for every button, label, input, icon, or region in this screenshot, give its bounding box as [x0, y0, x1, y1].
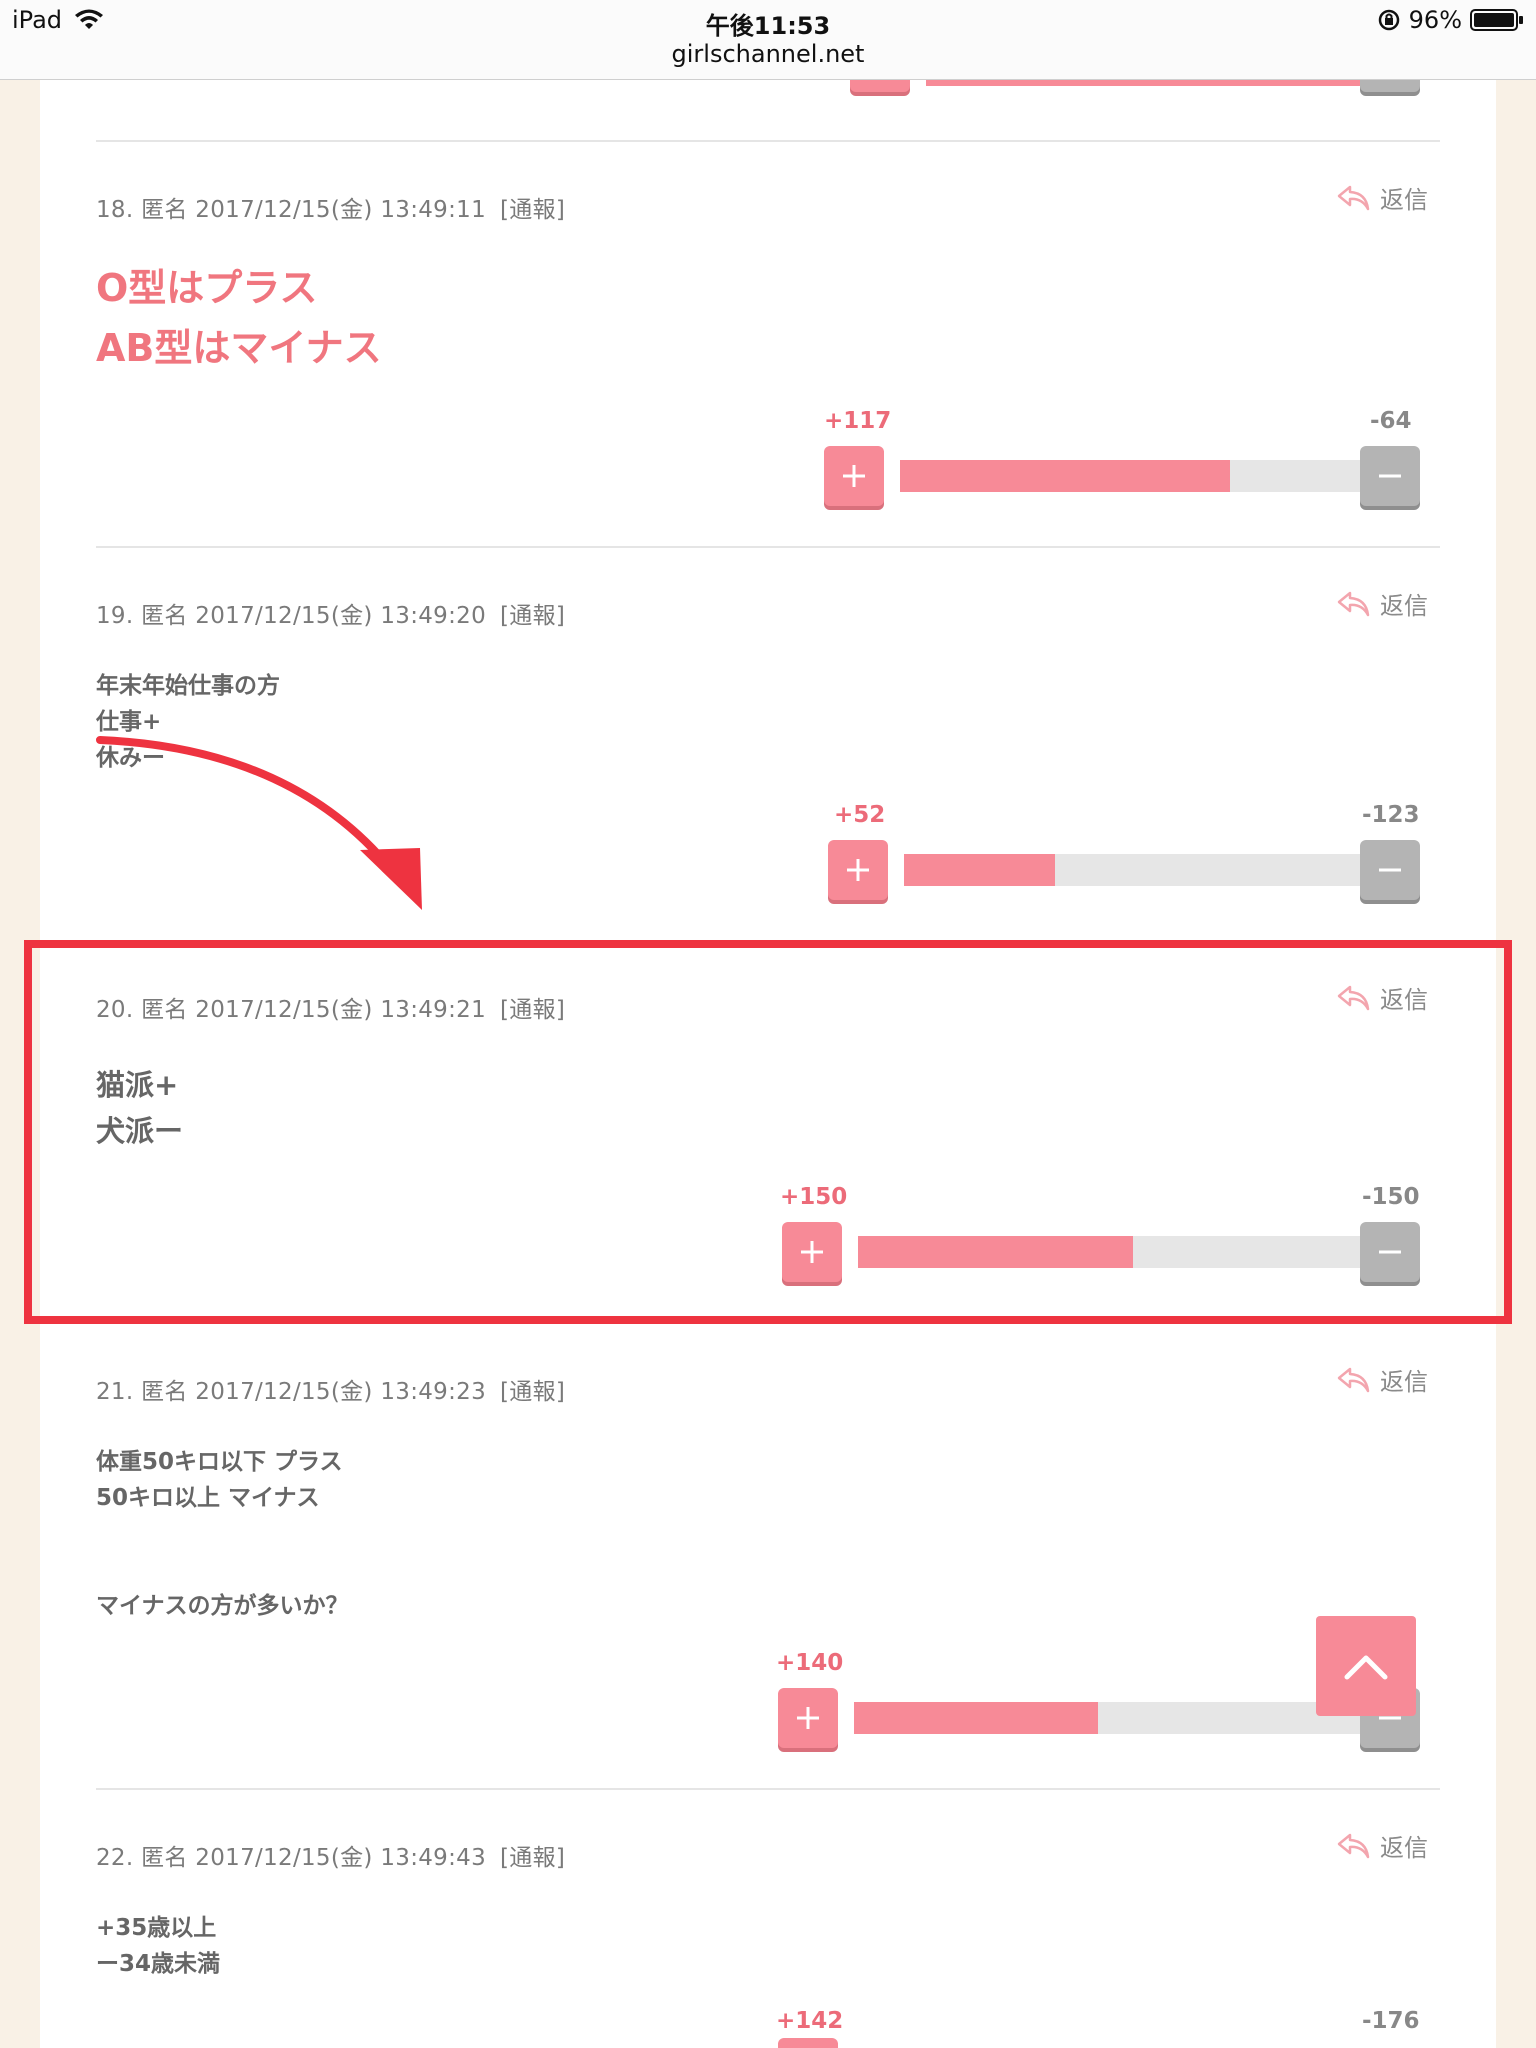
reply-label: 返信 [1380, 986, 1428, 1014]
divider [96, 1788, 1440, 1790]
comment-20-minus-button[interactable] [1360, 1222, 1420, 1282]
comment-19-reply-button[interactable]: 返信 [1336, 586, 1428, 621]
battery-percent: 96% [1408, 6, 1462, 34]
comment-18-plus-count: +117 [824, 408, 892, 434]
comment-21-report-link[interactable]: [通報] [500, 1379, 565, 1405]
comment-22-body: +35歳以上 ー34歳未満 [96, 1915, 221, 1977]
comment-20-minus-count: -150 [1362, 1184, 1420, 1210]
reply-arrow-icon [1337, 591, 1370, 616]
divider [96, 546, 1440, 548]
comment-20-vote-bar [858, 1236, 1408, 1268]
comment-19-minus-count: -123 [1362, 802, 1420, 828]
comment-18-vote-bar [900, 460, 1408, 492]
comment-19-vote-bar [904, 854, 1408, 886]
comment-18-header: 18. 匿名 2017/12/15(金) 13:49:11 [96, 197, 487, 223]
comment-19-plus-count: +52 [834, 802, 886, 828]
reply-label: 返信 [1380, 1834, 1428, 1862]
comment-18-report-link[interactable]: [通報] [500, 197, 565, 223]
plus-icon [847, 859, 869, 881]
comment-18-plus-button[interactable] [824, 446, 884, 506]
comment-21-body: 体重50キロ以下 プラス 50キロ以上 マイナス マイナスの方が多いか？ [96, 1449, 349, 1619]
comment-19-report-link[interactable]: [通報] [500, 603, 565, 629]
comment-22-minus-count: -176 [1362, 2008, 1420, 2034]
comment-22-report-link[interactable]: [通報] [500, 1845, 565, 1871]
comment-22-meta: 22. 匿名 2017/12/15(金) 13:49:43 [通報] [96, 1838, 565, 1872]
comment-21-plus-button[interactable] [778, 1688, 838, 1748]
status-time: 午後11:53 [705, 12, 831, 40]
comment-21-meta: 21. 匿名 2017/12/15(金) 13:49:23 [通報] [96, 1372, 565, 1406]
scroll-to-top-button[interactable] [1316, 1616, 1416, 1716]
comment-20-plus-button[interactable] [782, 1222, 842, 1282]
comment-18-minus-count: -64 [1370, 408, 1412, 434]
comment-20-vote-fill [858, 1236, 1133, 1268]
plus-icon [843, 465, 865, 487]
comment-19-meta: 19. 匿名 2017/12/15(金) 13:49:20 [通報] [96, 596, 565, 630]
comment-18-minus-button[interactable] [1360, 446, 1420, 506]
reply-arrow-icon [1337, 1367, 1370, 1392]
comment-20-header: 20. 匿名 2017/12/15(金) 13:49:21 [96, 997, 487, 1023]
minus-icon [1379, 1250, 1401, 1254]
address-bar-url[interactable]: girlschannel.net [0, 40, 1536, 68]
comment-18-reply-button[interactable]: 返信 [1336, 180, 1428, 215]
comment-21-header: 21. 匿名 2017/12/15(金) 13:49:23 [96, 1379, 487, 1405]
comment-22-header: 22. 匿名 2017/12/15(金) 13:49:43 [96, 1845, 487, 1871]
reply-arrow-icon [1337, 185, 1370, 210]
comment-18-body: O型はプラス AB型はマイナス [96, 266, 382, 370]
comment-20-reply-button[interactable]: 返信 [1336, 980, 1428, 1015]
comment-19-vote-fill [904, 854, 1056, 886]
annotation-arrow [96, 736, 422, 910]
comment-18-vote-fill [900, 460, 1231, 492]
comment-22-plus-count: +142 [776, 2008, 844, 2034]
comment-19-minus-button[interactable] [1360, 840, 1420, 900]
chevron-up-icon [1344, 1655, 1388, 1680]
plus-icon [797, 1707, 819, 1729]
minus-icon [1379, 474, 1401, 478]
status-right: 96% [1377, 6, 1524, 34]
reply-label: 返信 [1380, 1368, 1428, 1396]
comment-18-meta: 18. 匿名 2017/12/15(金) 13:49:11 [通報] [96, 190, 565, 224]
status-bar: iPad 午後11:53 girlschannel.net 96% [0, 0, 1536, 80]
reply-label: 返信 [1380, 186, 1428, 214]
comment-21-vote-fill [854, 1702, 1098, 1734]
comment-20-plus-count: +150 [780, 1184, 848, 1210]
divider [96, 140, 1440, 142]
comment-22-reply-button[interactable]: 返信 [1336, 1828, 1428, 1863]
minus-icon [1379, 868, 1401, 872]
comment-19-plus-button[interactable] [828, 840, 888, 900]
comment-20-meta: 20. 匿名 2017/12/15(金) 13:49:21 [通報] [96, 990, 565, 1024]
rotation-lock-icon [1378, 9, 1399, 31]
comment-column: 18. 匿名 2017/12/15(金) 13:49:11 [通報] 返信 O型は… [40, 68, 1496, 2048]
battery-icon [1470, 9, 1523, 31]
comment-19-header: 19. 匿名 2017/12/15(金) 13:49:20 [96, 603, 487, 629]
comment-20-report-link[interactable]: [通報] [500, 997, 565, 1023]
reply-arrow-icon [1337, 1833, 1370, 1858]
comment-20-body: 猫派+ 犬派ー [96, 1068, 184, 1148]
comment-21-plus-count: +140 [776, 1650, 844, 1676]
comment-22-plus-button[interactable] [778, 2038, 838, 2048]
reply-label: 返信 [1380, 592, 1428, 620]
plus-icon [801, 1241, 823, 1263]
reply-arrow-icon [1337, 985, 1370, 1010]
comment-21-reply-button[interactable]: 返信 [1336, 1362, 1428, 1397]
